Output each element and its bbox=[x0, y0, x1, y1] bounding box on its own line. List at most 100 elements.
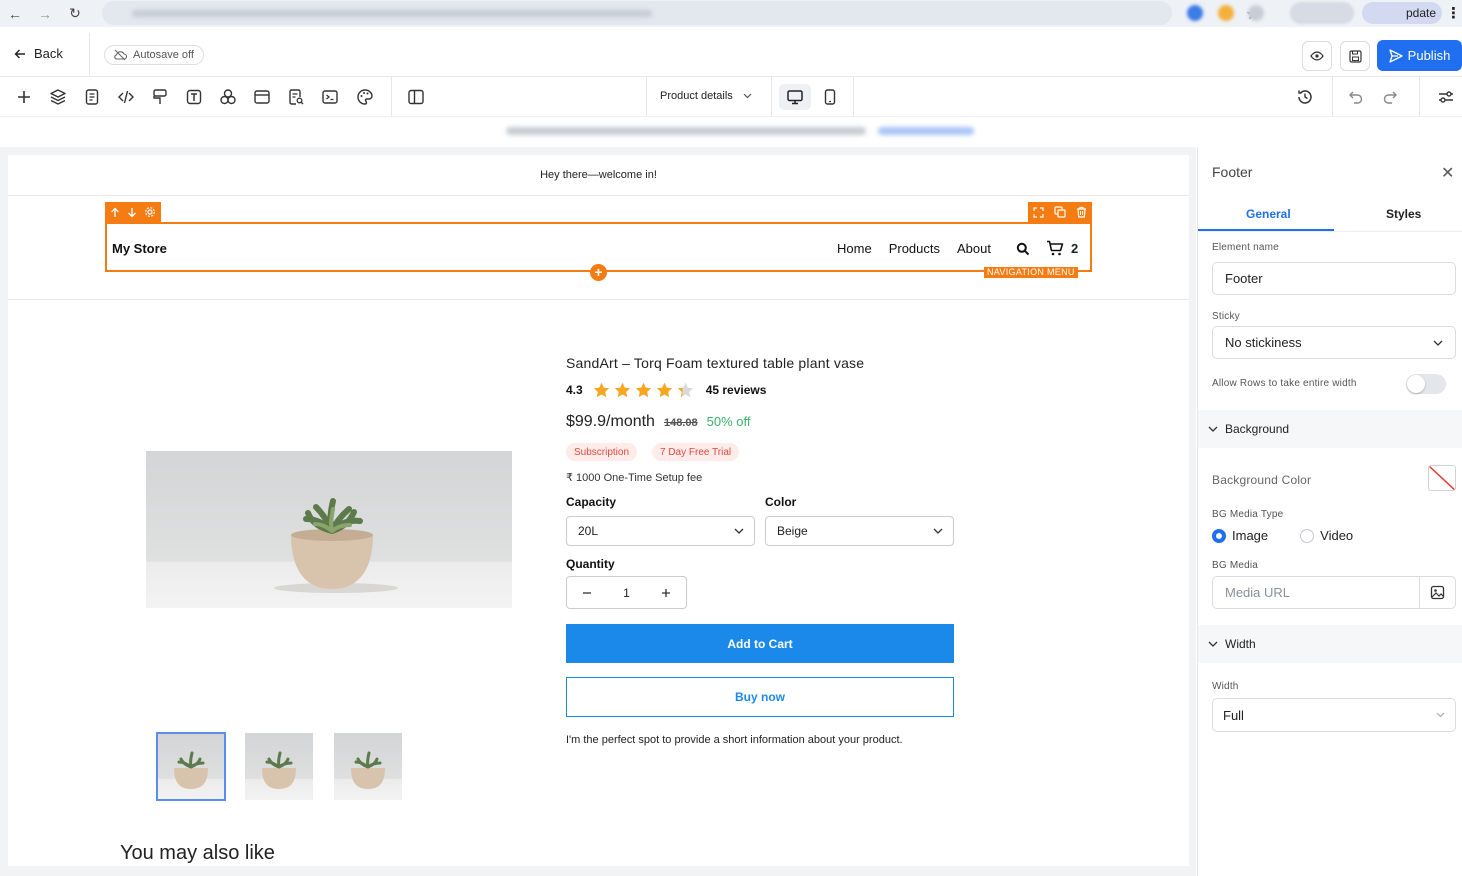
background-section-header[interactable]: Background bbox=[1198, 410, 1462, 448]
no-color-icon bbox=[1429, 466, 1455, 490]
search-icon[interactable] bbox=[1016, 242, 1030, 256]
preview-button[interactable] bbox=[1302, 41, 1332, 71]
divider bbox=[771, 77, 772, 117]
rating-stars bbox=[593, 382, 694, 398]
profile-button[interactable] bbox=[1290, 2, 1354, 24]
capacity-select[interactable]: 20L bbox=[566, 516, 755, 546]
tab-general[interactable]: General bbox=[1246, 207, 1291, 221]
extension-icon[interactable] bbox=[1187, 5, 1203, 21]
sticky-value: No stickiness bbox=[1225, 335, 1302, 350]
pages-icon[interactable] bbox=[83, 88, 101, 106]
browser-update-button[interactable]: pdate bbox=[1362, 2, 1442, 24]
radio-video[interactable] bbox=[1300, 528, 1315, 543]
mobile-icon[interactable] bbox=[821, 88, 839, 106]
extension-icon[interactable] bbox=[1218, 5, 1234, 21]
announcement-bar[interactable]: Hey there—welcome in! bbox=[8, 155, 1189, 196]
element-name-field[interactable]: Footer bbox=[1212, 262, 1456, 295]
media-picker-button[interactable] bbox=[1419, 577, 1455, 608]
product-thumbnail[interactable] bbox=[334, 733, 402, 800]
desktop-view-button[interactable] bbox=[779, 84, 811, 110]
width-section-header[interactable]: Width bbox=[1198, 625, 1462, 663]
elements-icon[interactable] bbox=[219, 88, 237, 106]
nav-item-about[interactable]: About bbox=[957, 241, 991, 256]
browser-reload-button[interactable]: ↻ bbox=[60, 0, 90, 27]
extension-icon[interactable] bbox=[1248, 5, 1264, 21]
duplicate-icon[interactable] bbox=[1054, 206, 1066, 218]
close-icon[interactable]: ✕ bbox=[1441, 163, 1454, 183]
store-name[interactable]: My Store bbox=[112, 241, 167, 256]
save-button[interactable] bbox=[1340, 41, 1370, 71]
element-action-controls bbox=[1028, 202, 1092, 222]
plus-icon[interactable] bbox=[661, 588, 671, 598]
code-icon[interactable] bbox=[117, 88, 135, 106]
radio-video-label: Video bbox=[1320, 528, 1354, 543]
media-url-input[interactable]: Media URL bbox=[1212, 576, 1456, 609]
related-products-heading[interactable]: You may also like bbox=[120, 842, 275, 865]
nav-item-products[interactable]: Products bbox=[889, 241, 940, 256]
image-icon bbox=[1430, 585, 1445, 600]
product-thumbnail[interactable] bbox=[156, 732, 226, 801]
expand-icon[interactable] bbox=[1033, 206, 1044, 218]
allow-rows-toggle[interactable] bbox=[1406, 374, 1446, 394]
bg-media-type-options: Image Video bbox=[1212, 528, 1353, 543]
browser-address-bar[interactable]: ☆ bbox=[102, 1, 1259, 25]
product-thumbnail[interactable] bbox=[245, 733, 313, 800]
terminal-icon[interactable] bbox=[321, 88, 339, 106]
gear-icon[interactable] bbox=[144, 206, 156, 218]
color-select[interactable]: Beige bbox=[765, 516, 954, 546]
arrow-up-icon[interactable] bbox=[110, 207, 120, 218]
text-icon[interactable] bbox=[185, 88, 203, 106]
chevron-down-icon bbox=[933, 528, 943, 534]
browser-menu-icon[interactable]: ⋮ bbox=[1446, 4, 1461, 22]
palette-icon[interactable] bbox=[356, 88, 374, 106]
browser-forward-button[interactable]: → bbox=[30, 0, 60, 27]
redo-icon[interactable] bbox=[1381, 88, 1399, 106]
quantity-value[interactable]: 1 bbox=[623, 586, 630, 600]
undo-icon[interactable] bbox=[1347, 88, 1365, 106]
divider bbox=[89, 33, 90, 77]
settings-sliders-icon[interactable] bbox=[1437, 88, 1455, 106]
element-name-value: Footer bbox=[1225, 271, 1263, 286]
history-icon[interactable] bbox=[1296, 88, 1314, 106]
layers-icon[interactable] bbox=[49, 88, 67, 106]
plus-icon[interactable] bbox=[15, 88, 33, 106]
page-select-dropdown[interactable]: Product details bbox=[660, 90, 752, 102]
cart-icon[interactable] bbox=[1046, 240, 1064, 257]
original-price: 148.08 bbox=[663, 417, 698, 429]
split-view-icon[interactable] bbox=[407, 88, 425, 106]
arrow-down-icon[interactable] bbox=[127, 207, 137, 218]
publish-button[interactable]: Publish bbox=[1377, 40, 1462, 71]
autosave-toggle[interactable]: Autosave off bbox=[104, 45, 204, 65]
bg-color-swatch[interactable] bbox=[1428, 465, 1456, 491]
chevron-down-icon bbox=[1433, 340, 1443, 346]
minus-icon[interactable] bbox=[582, 588, 592, 598]
add-section-button[interactable]: + bbox=[590, 264, 607, 281]
radio-image[interactable] bbox=[1212, 528, 1226, 543]
product-short-description[interactable]: I'm the perfect spot to provide a short … bbox=[566, 734, 903, 746]
setup-fee: ₹ 1000 One-Time Setup fee bbox=[566, 472, 703, 484]
paint-icon[interactable] bbox=[151, 88, 169, 106]
product-title[interactable]: SandArt – Torq Foam textured table plant… bbox=[566, 355, 864, 371]
forms-icon[interactable] bbox=[287, 88, 305, 106]
connect-domain-link-redacted[interactable] bbox=[878, 127, 974, 135]
plant-pot-image bbox=[174, 751, 208, 789]
review-count[interactable]: 45 reviews bbox=[706, 383, 767, 397]
width-select[interactable]: Full bbox=[1212, 698, 1456, 732]
browser-back-button[interactable]: ← bbox=[0, 0, 30, 27]
sections-icon[interactable] bbox=[253, 88, 271, 106]
plant-pot-image bbox=[351, 751, 385, 789]
background-section-title: Background bbox=[1225, 422, 1290, 436]
tab-styles[interactable]: Styles bbox=[1386, 207, 1421, 221]
back-button[interactable]: Back bbox=[14, 46, 63, 61]
trash-icon[interactable] bbox=[1076, 206, 1087, 218]
free-trial-badge: 7 Day Free Trial bbox=[652, 443, 740, 461]
chevron-down-icon bbox=[1208, 641, 1218, 647]
product-main-image[interactable] bbox=[146, 451, 512, 608]
desktop-icon bbox=[787, 90, 803, 105]
bg-media-label: BG Media bbox=[1212, 560, 1259, 571]
editor-topbar: Back Autosave off Publish bbox=[0, 33, 1462, 77]
buy-now-button[interactable]: Buy now bbox=[566, 677, 954, 717]
sticky-select[interactable]: No stickiness bbox=[1212, 326, 1456, 359]
nav-item-home[interactable]: Home bbox=[837, 241, 872, 256]
add-to-cart-button[interactable]: Add to Cart bbox=[566, 624, 954, 663]
